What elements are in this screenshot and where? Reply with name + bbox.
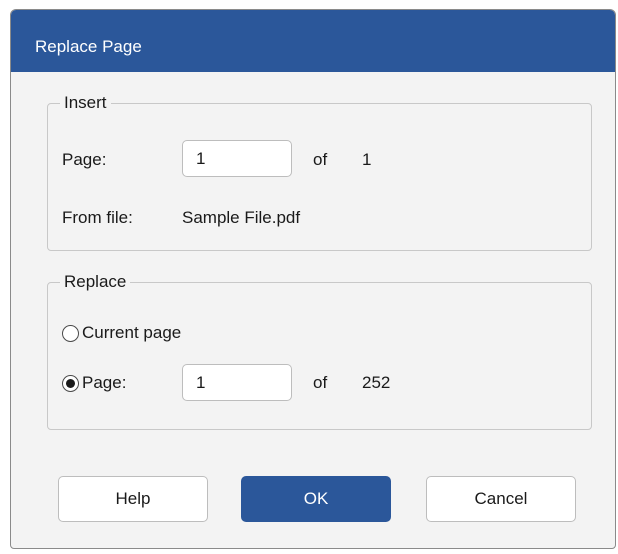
insert-page-label: Page:	[62, 150, 107, 169]
page-radio-option[interactable]: Page:	[62, 373, 126, 393]
from-file-value: Sample File.pdf	[182, 208, 301, 227]
dialog-title: Replace Page	[35, 37, 142, 56]
replace-of-label: of	[313, 373, 328, 392]
insert-group: Insert Page: of 1 From file: Sample File…	[47, 93, 592, 251]
insert-group-legend: Insert	[60, 93, 111, 113]
title-bar[interactable]: Replace Page	[11, 10, 615, 72]
replace-page-total: 252	[362, 373, 391, 392]
current-page-radio-label[interactable]: Current page	[82, 323, 181, 343]
current-page-radio[interactable]	[62, 324, 79, 342]
help-button[interactable]: Help	[58, 476, 208, 522]
from-file-label: From file:	[62, 208, 133, 227]
ok-button[interactable]: OK	[241, 476, 391, 522]
page-radio-label[interactable]: Page:	[82, 373, 126, 393]
replace-page-input[interactable]	[182, 364, 292, 401]
cancel-button[interactable]: Cancel	[426, 476, 576, 522]
replace-group: Replace Current page Page: of 252	[47, 272, 592, 430]
insert-page-total: 1	[362, 150, 372, 169]
insert-page-input[interactable]	[182, 140, 292, 177]
current-page-radio-option[interactable]: Current page	[62, 323, 181, 343]
replace-group-legend: Replace	[60, 272, 131, 292]
insert-of-label: of	[313, 150, 328, 169]
replace-page-dialog: Replace Page Insert Page: of 1 From file…	[10, 9, 616, 549]
page-radio[interactable]	[62, 374, 79, 392]
